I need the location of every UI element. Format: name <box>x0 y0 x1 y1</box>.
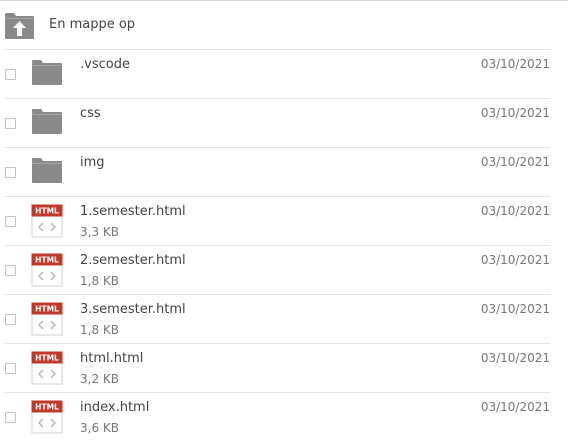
file-date: 03/10/2021 <box>480 204 550 218</box>
file-name[interactable]: img <box>80 155 105 171</box>
folder-row[interactable]: img 03/10/2021 <box>4 147 550 196</box>
file-name[interactable]: css <box>80 106 101 122</box>
file-size: 3,3 KB <box>80 225 119 239</box>
file-list: .vscode 03/10/2021 css 03/10/2021 img 03… <box>0 49 568 441</box>
html-badge-label: HTML <box>35 305 59 314</box>
file-name[interactable]: 2.semester.html <box>80 253 186 269</box>
file-name[interactable]: html.html <box>80 351 143 367</box>
html-badge-label: HTML <box>35 354 59 363</box>
html-file-icon: HTML <box>31 204 63 238</box>
parent-folder-label: En mappe op <box>49 17 136 32</box>
folder-icon <box>32 109 62 134</box>
select-checkbox[interactable] <box>5 363 16 374</box>
select-checkbox[interactable] <box>5 216 16 227</box>
file-row[interactable]: HTML 2.semester.html 1,8 KB 03/10/2021 <box>4 245 550 294</box>
file-date: 03/10/2021 <box>480 155 550 169</box>
html-badge-label: HTML <box>35 207 59 216</box>
select-checkbox[interactable] <box>5 69 16 80</box>
select-checkbox[interactable] <box>5 167 16 178</box>
folder-row[interactable]: .vscode 03/10/2021 <box>4 49 550 98</box>
file-date: 03/10/2021 <box>480 106 550 120</box>
folder-icon <box>32 60 62 85</box>
file-size: 3,2 KB <box>80 372 119 386</box>
file-name[interactable]: 3.semester.html <box>80 302 186 318</box>
html-file-icon: HTML <box>31 302 63 336</box>
folder-icon <box>32 158 62 183</box>
file-row[interactable]: HTML html.html 3,2 KB 03/10/2021 <box>4 343 550 392</box>
html-badge-label: HTML <box>35 256 59 265</box>
parent-folder-link[interactable]: En mappe op <box>0 0 568 50</box>
select-checkbox[interactable] <box>5 314 16 325</box>
html-badge-label: HTML <box>35 403 59 412</box>
file-size: 3,6 KB <box>80 421 119 435</box>
html-file-icon: HTML <box>31 351 63 385</box>
file-size: 1,8 KB <box>80 274 119 288</box>
file-name[interactable]: index.html <box>80 400 149 416</box>
file-row[interactable]: HTML 1.semester.html 3,3 KB 03/10/2021 <box>4 196 550 245</box>
file-date: 03/10/2021 <box>480 57 550 71</box>
folder-row[interactable]: css 03/10/2021 <box>4 98 550 147</box>
file-date: 03/10/2021 <box>480 400 550 414</box>
select-checkbox[interactable] <box>5 412 16 423</box>
file-date: 03/10/2021 <box>480 302 550 316</box>
select-checkbox[interactable] <box>5 265 16 276</box>
html-file-icon: HTML <box>31 253 63 287</box>
html-file-icon: HTML <box>31 400 63 434</box>
folder-up-icon <box>5 13 34 39</box>
file-row[interactable]: HTML 3.semester.html 1,8 KB 03/10/2021 <box>4 294 550 343</box>
file-date: 03/10/2021 <box>480 351 550 365</box>
file-date: 03/10/2021 <box>480 253 550 267</box>
file-name[interactable]: .vscode <box>80 57 130 73</box>
file-size: 1,8 KB <box>80 323 119 337</box>
select-checkbox[interactable] <box>5 118 16 129</box>
file-name[interactable]: 1.semester.html <box>80 204 186 220</box>
